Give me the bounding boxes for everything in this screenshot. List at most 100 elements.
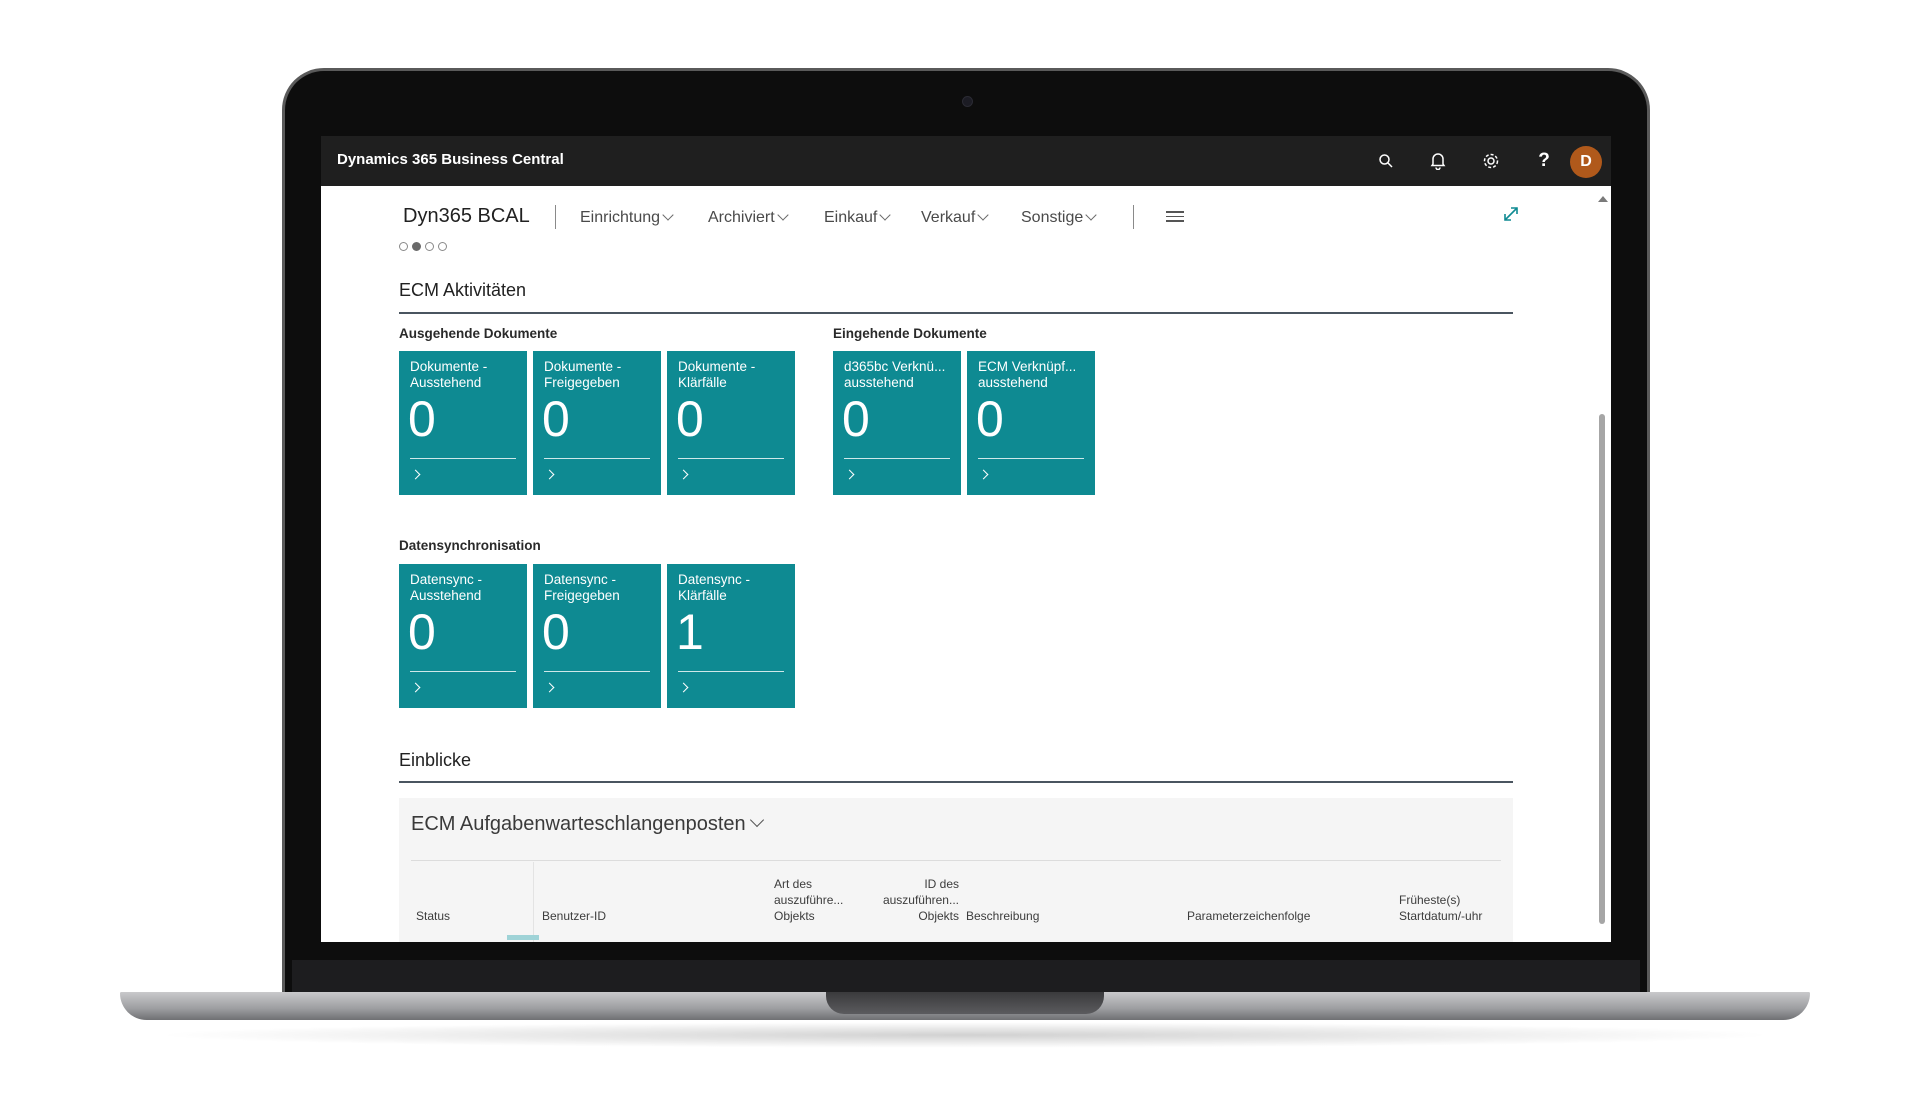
column-separator [533,862,534,942]
tile-label: Datensync - Freigegeben [544,572,620,603]
tile-datensync-klaerfaelle[interactable]: Datensync - Klärfälle 1 [667,564,795,708]
section-divider [399,781,1513,783]
row-selection-marker [507,935,539,940]
tile-value: 0 [842,391,870,447]
chevron-right-icon [844,469,855,480]
nav-item-label: Verkauf [921,209,976,226]
search-icon[interactable] [1374,149,1398,173]
card-divider [411,860,1501,861]
column-header-object-id[interactable]: ID des auszuführen... Objekts [859,876,959,924]
column-header-status[interactable]: Status [416,908,450,924]
tile-dokumente-klaerfaelle[interactable]: Dokumente - Klärfälle 0 [667,351,795,495]
tile-datensync-ausstehend[interactable]: Datensync - Ausstehend 0 [399,564,527,708]
group-label-datasync: Datensynchronisation [399,538,541,553]
app-screen: Dynamics 365 Business Central ? D Dyn365… [321,136,1611,942]
tile-dokumente-freigegeben[interactable]: Dokumente - Freigegeben 0 [533,351,661,495]
tile-value: 0 [542,391,570,447]
column-header-earliest-start[interactable]: Früheste(s) Startdatum/-uhr [1399,892,1489,924]
chevron-right-icon [678,682,689,693]
tile-divider [678,671,784,672]
tile-divider [410,671,516,672]
page-dot-active[interactable] [412,242,421,251]
tile-divider [978,458,1084,459]
chevron-right-icon [678,469,689,480]
laptop-shadow [150,1022,1780,1048]
chevron-down-icon [1085,209,1097,221]
camera-dot [962,96,973,107]
chevron-down-icon [662,209,674,221]
app-title: Dynamics 365 Business Central [337,151,564,168]
tile-value: 0 [542,604,570,660]
expand-icon[interactable] [1501,204,1521,224]
nav-item-einrichtung[interactable]: Einrichtung [580,209,674,227]
nav-item-sonstige[interactable]: Sonstige [1021,209,1097,227]
tile-value: 0 [676,391,704,447]
tile-value: 0 [408,604,436,660]
chevron-down-icon [777,209,789,221]
tile-value: 1 [676,604,704,660]
gear-icon[interactable] [1479,149,1503,173]
chevron-down-icon [977,209,989,221]
column-header-description[interactable]: Beschreibung [966,908,1039,924]
insight-card-title-label: ECM Aufgabenwarteschlangenposten [411,813,746,835]
chevron-right-icon [410,469,421,480]
nav-divider [555,205,556,229]
scroll-up-arrow-icon[interactable] [1598,196,1608,202]
nav-item-archiviert[interactable]: Archiviert [708,209,789,227]
tile-datensync-freigegeben[interactable]: Datensync - Freigegeben 0 [533,564,661,708]
avatar[interactable]: D [1570,146,1602,178]
group-label-incoming: Eingehende Dokumente [833,326,987,341]
section-title-insights: Einblicke [399,750,472,770]
page-indicator[interactable] [399,242,447,251]
nav-item-label: Sonstige [1021,209,1084,226]
chevron-right-icon [544,682,555,693]
chevron-down-icon [749,812,764,828]
nav-item-label: Einkauf [824,209,878,226]
app-header: Dynamics 365 Business Central ? D [321,136,1611,186]
chevron-right-icon [544,469,555,480]
tile-label: d365bc Verknü... ausstehend [844,359,946,390]
tile-divider [544,458,650,459]
nav-divider [1133,205,1134,229]
nav-item-verkauf[interactable]: Verkauf [921,209,989,227]
section-divider [399,312,1513,314]
tile-label: Datensync - Klärfälle [678,572,751,603]
hamburger-menu-icon[interactable] [1166,211,1184,225]
tile-label: Dokumente - Klärfälle [678,359,756,390]
column-header-object-type[interactable]: Art des auszuführe... Objekts [774,876,843,924]
nav-item-label: Einrichtung [580,209,661,226]
tile-dokumente-ausstehend[interactable]: Dokumente - Ausstehend 0 [399,351,527,495]
tile-divider [844,458,950,459]
tile-d365bc-verknuepfung[interactable]: d365bc Verknü... ausstehend 0 [833,351,961,495]
tile-label: Dokumente - Ausstehend [410,359,488,390]
scrollbar-thumb[interactable] [1599,414,1605,924]
column-header-user-id[interactable]: Benutzer-ID [542,908,606,924]
page-dot[interactable] [425,242,434,251]
tile-value: 0 [976,391,1004,447]
nav-item-label: Archiviert [708,209,775,226]
bell-icon[interactable] [1426,149,1450,173]
group-label-outgoing: Ausgehende Dokumente [399,326,558,341]
page-dot[interactable] [399,242,408,251]
chevron-right-icon [978,469,989,480]
tile-divider [410,458,516,459]
section-title-ecm: ECM Aktivitäten [399,280,527,300]
tile-label: Dokumente - Freigegeben [544,359,622,390]
column-header-parameter-string[interactable]: Parameterzeichenfolge [1187,908,1310,924]
chevron-right-icon [410,682,421,693]
insight-card: ECM Aufgabenwarteschlangenposten Status … [399,798,1513,942]
tile-value: 0 [408,391,436,447]
chevron-down-icon [879,209,892,221]
laptop-hinge [292,960,1640,994]
tile-label: ECM Verknüpf... ausstehend [978,359,1077,390]
page-dot[interactable] [438,242,447,251]
tile-label: Datensync - Ausstehend [410,572,483,603]
tile-ecm-verknuepfung[interactable]: ECM Verknüpf... ausstehend 0 [967,351,1095,495]
laptop-mockup: Dynamics 365 Business Central ? D Dyn365… [0,0,1920,1104]
insight-card-title[interactable]: ECM Aufgabenwarteschlangenposten [411,812,764,836]
tile-divider [544,671,650,672]
company-name[interactable]: Dyn365 BCAL [403,205,530,228]
tile-divider [678,458,784,459]
help-icon[interactable]: ? [1532,149,1556,173]
nav-item-einkauf[interactable]: Einkauf [824,209,892,227]
